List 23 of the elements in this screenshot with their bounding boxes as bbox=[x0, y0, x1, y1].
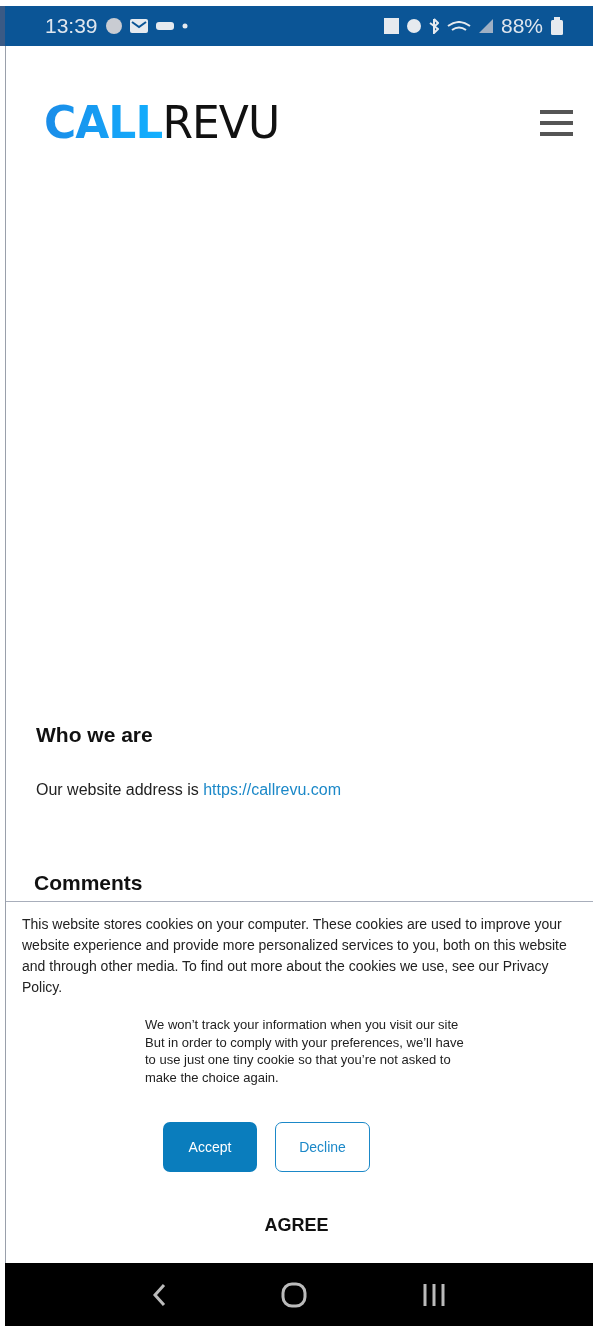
battery-level: 88% bbox=[500, 14, 543, 38]
home-icon[interactable] bbox=[281, 1281, 307, 1308]
website-link[interactable]: https://callrevu.com bbox=[203, 781, 341, 798]
cookie-message: This website stores cookies on your computer. These cookies are used to improve your website experience and provide more personalized services to you, both on this website and through other media. To find out more about the cookies we use, see our Privacy Policy. bbox=[22, 915, 568, 997]
mail-icon bbox=[129, 19, 148, 33]
bluetooth-icon bbox=[428, 18, 439, 34]
wifi-icon bbox=[446, 21, 471, 31]
decline-button[interactable]: Decline bbox=[275, 1122, 370, 1172]
agree-button[interactable]: AGREE bbox=[258, 1214, 335, 1237]
avatar-icon bbox=[105, 18, 122, 34]
section-heading: Who we are bbox=[35, 723, 153, 747]
decline-note: We won’t track your information when you visit our site But in order to comply with your preferences, we’ll have to use just one tiny cookie so that you’re not asked to make the choice again. bbox=[145, 1016, 465, 1086]
section-heading: Comments bbox=[33, 871, 143, 895]
battery-icon bbox=[551, 17, 563, 35]
cloud-icon bbox=[155, 22, 174, 30]
menu-icon[interactable] bbox=[540, 110, 573, 136]
signal-icon bbox=[478, 19, 493, 33]
recent-apps-icon[interactable] bbox=[421, 1282, 446, 1307]
back-icon[interactable] bbox=[152, 1282, 167, 1307]
dot-icon bbox=[181, 23, 188, 29]
accept-button[interactable]: Accept bbox=[163, 1122, 257, 1172]
address-text: Our website address is https://callrevu.com bbox=[36, 781, 341, 799]
clock: 13:39 bbox=[45, 14, 98, 38]
